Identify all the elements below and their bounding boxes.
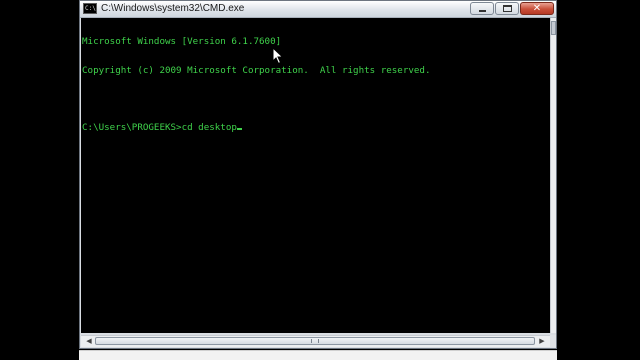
console-line: Copyright (c) 2009 Microsoft Corporation… [82, 64, 431, 76]
vertical-scroll-thumb[interactable] [551, 21, 556, 35]
window-title: C:\Windows\system32\CMD.exe [101, 3, 245, 14]
typed-command[interactable]: cd desktop [182, 122, 237, 133]
console-area[interactable]: Microsoft Windows [Version 6.1.7600] Cop… [81, 18, 550, 333]
prompt-line[interactable]: C:\Users\PROGEEKS>cd desktop [82, 121, 430, 133]
horizontal-scrollbar[interactable]: ◀ ▶ [81, 335, 550, 347]
minimize-button[interactable] [470, 2, 494, 15]
maximize-button[interactable] [495, 2, 519, 15]
console-line: Microsoft Windows [Version 6.1.7600] [82, 36, 282, 47]
maximize-icon [503, 5, 512, 12]
scroll-left-icon[interactable]: ◀ [83, 336, 95, 347]
caption-buttons: ✕ [469, 2, 554, 16]
mouse-pointer-icon [272, 47, 284, 65]
resize-grip[interactable] [550, 335, 556, 347]
close-button[interactable]: ✕ [520, 2, 554, 15]
horizontal-scroll-thumb[interactable] [95, 337, 535, 345]
minimize-icon [479, 10, 486, 12]
console-output: Microsoft Windows [Version 6.1.7600] Cop… [82, 18, 430, 151]
scroll-grip-icon [311, 339, 319, 343]
title-bar[interactable]: C:\ C:\Windows\system32\CMD.exe ✕ [80, 1, 556, 18]
vertical-scrollbar[interactable] [550, 18, 556, 333]
cmd-window: C:\ C:\Windows\system32\CMD.exe ✕ Micros… [79, 0, 557, 349]
bottom-strip [79, 350, 557, 360]
prompt-text: C:\Users\PROGEEKS> [82, 121, 182, 133]
close-icon: ✕ [532, 3, 542, 14]
screen: C:\ C:\Windows\system32\CMD.exe ✕ Micros… [0, 0, 640, 360]
cmd-app-icon[interactable]: C:\ [83, 3, 97, 14]
text-cursor [236, 127, 242, 130]
scroll-right-icon[interactable]: ▶ [536, 336, 548, 347]
